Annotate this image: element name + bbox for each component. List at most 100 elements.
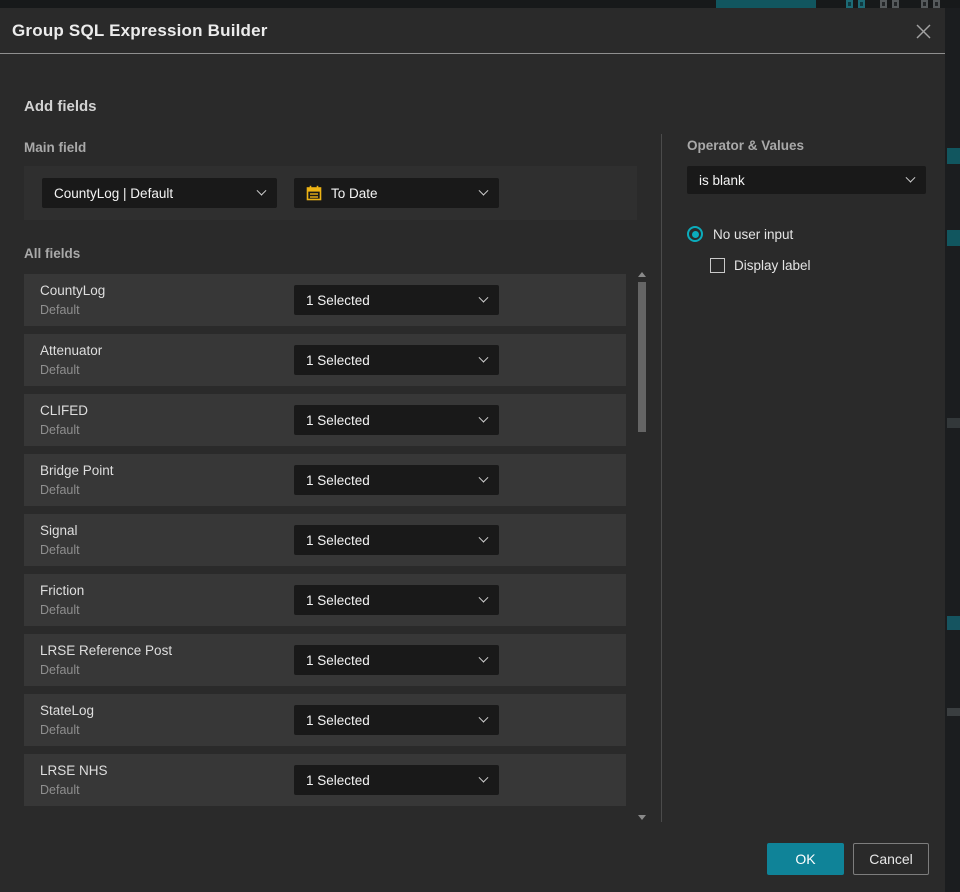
field-name: Bridge Point bbox=[40, 463, 114, 478]
field-subtitle: Default bbox=[40, 363, 80, 377]
all-fields-scrollbar[interactable] bbox=[636, 270, 648, 822]
dialog-header: Group SQL Expression Builder bbox=[0, 8, 945, 54]
scrollbar-down-arrow-icon[interactable] bbox=[638, 815, 646, 820]
close-icon bbox=[916, 24, 930, 38]
group-sql-expression-builder-dialog: Group SQL Expression Builder Add fields … bbox=[0, 8, 945, 892]
operator-values-label: Operator & Values bbox=[687, 138, 805, 153]
scrollbar-thumb[interactable] bbox=[638, 282, 646, 432]
main-field-container: CountyLog | Default To Date bbox=[24, 166, 637, 220]
background-app-fragment bbox=[947, 708, 960, 716]
field-row: Bridge Point Default 1 Selected bbox=[24, 454, 626, 506]
no-user-input-label: No user input bbox=[713, 226, 794, 242]
field-selected-dropdown[interactable]: 1 Selected bbox=[294, 585, 499, 615]
main-field-label: Main field bbox=[24, 140, 87, 155]
chevron-down-icon bbox=[905, 172, 916, 183]
background-app-top-strip: Live view bbox=[0, 0, 960, 8]
chevron-down-icon bbox=[478, 712, 489, 723]
chevron-down-icon bbox=[478, 772, 489, 783]
field-selected-value: 1 Selected bbox=[306, 712, 370, 728]
background-toolbar-fragment bbox=[858, 0, 865, 8]
live-view-button[interactable]: Live view bbox=[716, 0, 816, 8]
all-fields-list: CountyLog Default 1 Selected Attenuator … bbox=[24, 274, 626, 814]
display-label-text: Display label bbox=[734, 258, 811, 273]
field-name: Friction bbox=[40, 583, 85, 598]
field-selected-dropdown[interactable]: 1 Selected bbox=[294, 525, 499, 555]
chevron-down-icon bbox=[478, 472, 489, 483]
chevron-down-icon bbox=[478, 185, 489, 196]
field-subtitle: Default bbox=[40, 723, 80, 737]
calendar-date-icon bbox=[306, 185, 322, 201]
field-row: Signal Default 1 Selected bbox=[24, 514, 626, 566]
field-selected-dropdown[interactable]: 1 Selected bbox=[294, 645, 499, 675]
background-toolbar-fragment bbox=[933, 0, 940, 8]
field-selected-value: 1 Selected bbox=[306, 292, 370, 308]
column-divider bbox=[661, 134, 662, 822]
field-selected-value: 1 Selected bbox=[306, 532, 370, 548]
background-toolbar-fragment bbox=[880, 0, 887, 8]
main-field-value-select[interactable]: To Date bbox=[294, 178, 499, 208]
field-selected-value: 1 Selected bbox=[306, 352, 370, 368]
field-name: CountyLog bbox=[40, 283, 106, 298]
add-fields-heading: Add fields bbox=[24, 98, 97, 115]
field-subtitle: Default bbox=[40, 543, 80, 557]
field-selected-value: 1 Selected bbox=[306, 652, 370, 668]
field-selected-value: 1 Selected bbox=[306, 472, 370, 488]
field-selected-dropdown[interactable]: 1 Selected bbox=[294, 765, 499, 795]
main-field-value-select-value: To Date bbox=[331, 185, 378, 201]
background-app-fragment bbox=[947, 148, 960, 164]
field-name: CLIFED bbox=[40, 403, 89, 418]
field-selected-dropdown[interactable]: 1 Selected bbox=[294, 285, 499, 315]
field-selected-dropdown[interactable]: 1 Selected bbox=[294, 465, 499, 495]
background-toolbar-fragment bbox=[892, 0, 899, 8]
field-selected-dropdown[interactable]: 1 Selected bbox=[294, 345, 499, 375]
field-row: LRSE NHS Default 1 Selected bbox=[24, 754, 626, 806]
chevron-down-icon bbox=[478, 412, 489, 423]
field-selected-dropdown[interactable]: 1 Selected bbox=[294, 405, 499, 435]
chevron-down-icon bbox=[478, 292, 489, 303]
chevron-down-icon bbox=[478, 532, 489, 543]
field-subtitle: Default bbox=[40, 423, 80, 437]
cancel-button[interactable]: Cancel bbox=[853, 843, 929, 875]
field-row: CLIFED Default 1 Selected bbox=[24, 394, 626, 446]
all-fields-label: All fields bbox=[24, 246, 81, 261]
background-app-fragment bbox=[947, 616, 960, 630]
dialog-title: Group SQL Expression Builder bbox=[12, 20, 268, 40]
field-selected-value: 1 Selected bbox=[306, 592, 370, 608]
background-toolbar-fragment bbox=[846, 0, 853, 8]
display-label-checkbox[interactable]: Display label bbox=[710, 258, 811, 273]
field-row: LRSE Reference Post Default 1 Selected bbox=[24, 634, 626, 686]
background-app-right-strip bbox=[945, 8, 960, 892]
background-toolbar-fragment bbox=[921, 0, 928, 8]
chevron-down-icon bbox=[478, 592, 489, 603]
chevron-down-icon bbox=[478, 352, 489, 363]
field-selected-value: 1 Selected bbox=[306, 412, 370, 428]
field-row: Friction Default 1 Selected bbox=[24, 574, 626, 626]
field-subtitle: Default bbox=[40, 603, 80, 617]
field-subtitle: Default bbox=[40, 303, 80, 317]
scrollbar-up-arrow-icon[interactable] bbox=[638, 272, 646, 277]
field-selected-dropdown[interactable]: 1 Selected bbox=[294, 705, 499, 735]
field-name: Attenuator bbox=[40, 343, 103, 358]
chevron-down-icon bbox=[478, 652, 489, 663]
operator-select[interactable]: is blank bbox=[687, 166, 926, 194]
field-subtitle: Default bbox=[40, 483, 80, 497]
field-subtitle: Default bbox=[40, 663, 80, 677]
field-subtitle: Default bbox=[40, 783, 80, 797]
background-app-fragment bbox=[947, 230, 960, 246]
checkbox-unchecked-icon bbox=[710, 258, 725, 273]
operator-select-value: is blank bbox=[699, 172, 745, 188]
main-field-select-value: CountyLog | Default bbox=[54, 185, 174, 201]
no-user-input-radio[interactable]: No user input bbox=[687, 226, 793, 242]
chevron-down-icon bbox=[256, 185, 267, 196]
field-name: LRSE Reference Post bbox=[40, 643, 173, 658]
field-row: CountyLog Default 1 Selected bbox=[24, 274, 626, 326]
background-app-fragment bbox=[947, 418, 960, 428]
field-selected-value: 1 Selected bbox=[306, 772, 370, 788]
ok-button[interactable]: OK bbox=[767, 843, 844, 875]
live-view-label: Live view bbox=[748, 0, 797, 3]
close-button[interactable] bbox=[913, 21, 933, 41]
main-field-select[interactable]: CountyLog | Default bbox=[42, 178, 277, 208]
field-row: Attenuator Default 1 Selected bbox=[24, 334, 626, 386]
field-name: LRSE NHS bbox=[40, 763, 108, 778]
field-row: StateLog Default 1 Selected bbox=[24, 694, 626, 746]
